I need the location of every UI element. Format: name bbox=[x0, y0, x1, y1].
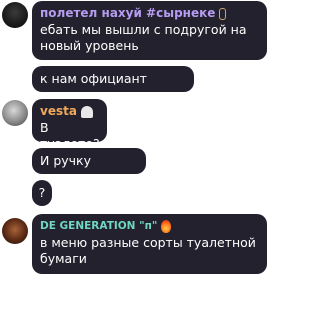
avatar[interactable] bbox=[2, 100, 28, 126]
message-text: ? bbox=[38, 185, 46, 200]
avatar[interactable] bbox=[2, 2, 28, 28]
message-text: в меню разные сорты туалетной бумаги bbox=[40, 235, 256, 266]
sender-name[interactable]: полетел нахуй #сырнеке bbox=[40, 6, 259, 21]
message-bubble: полетел нахуй #сырнеке ебать мы вышли с … bbox=[32, 1, 267, 60]
message-bubble: к нам официант подошел bbox=[32, 66, 194, 102]
message-bubble: DE GENERATION "п" в меню разные сорты ту… bbox=[32, 214, 267, 274]
sender-name[interactable]: DE GENERATION "п" bbox=[40, 219, 259, 234]
message-bubble: И ручку подергал bbox=[32, 148, 146, 184]
fire-badge-icon bbox=[161, 220, 172, 233]
key-badge-icon bbox=[219, 7, 227, 20]
avatar[interactable] bbox=[2, 218, 28, 244]
message-text: И ручку подергал bbox=[40, 153, 103, 184]
message-bubble: ? bbox=[32, 180, 52, 206]
message-bubble: vesta В туалете? bbox=[32, 99, 107, 151]
ghost-badge-icon bbox=[80, 105, 93, 118]
sender-name[interactable]: vesta bbox=[40, 104, 99, 119]
message-text: ебать мы вышли с подругой на новый урове… bbox=[40, 22, 247, 53]
